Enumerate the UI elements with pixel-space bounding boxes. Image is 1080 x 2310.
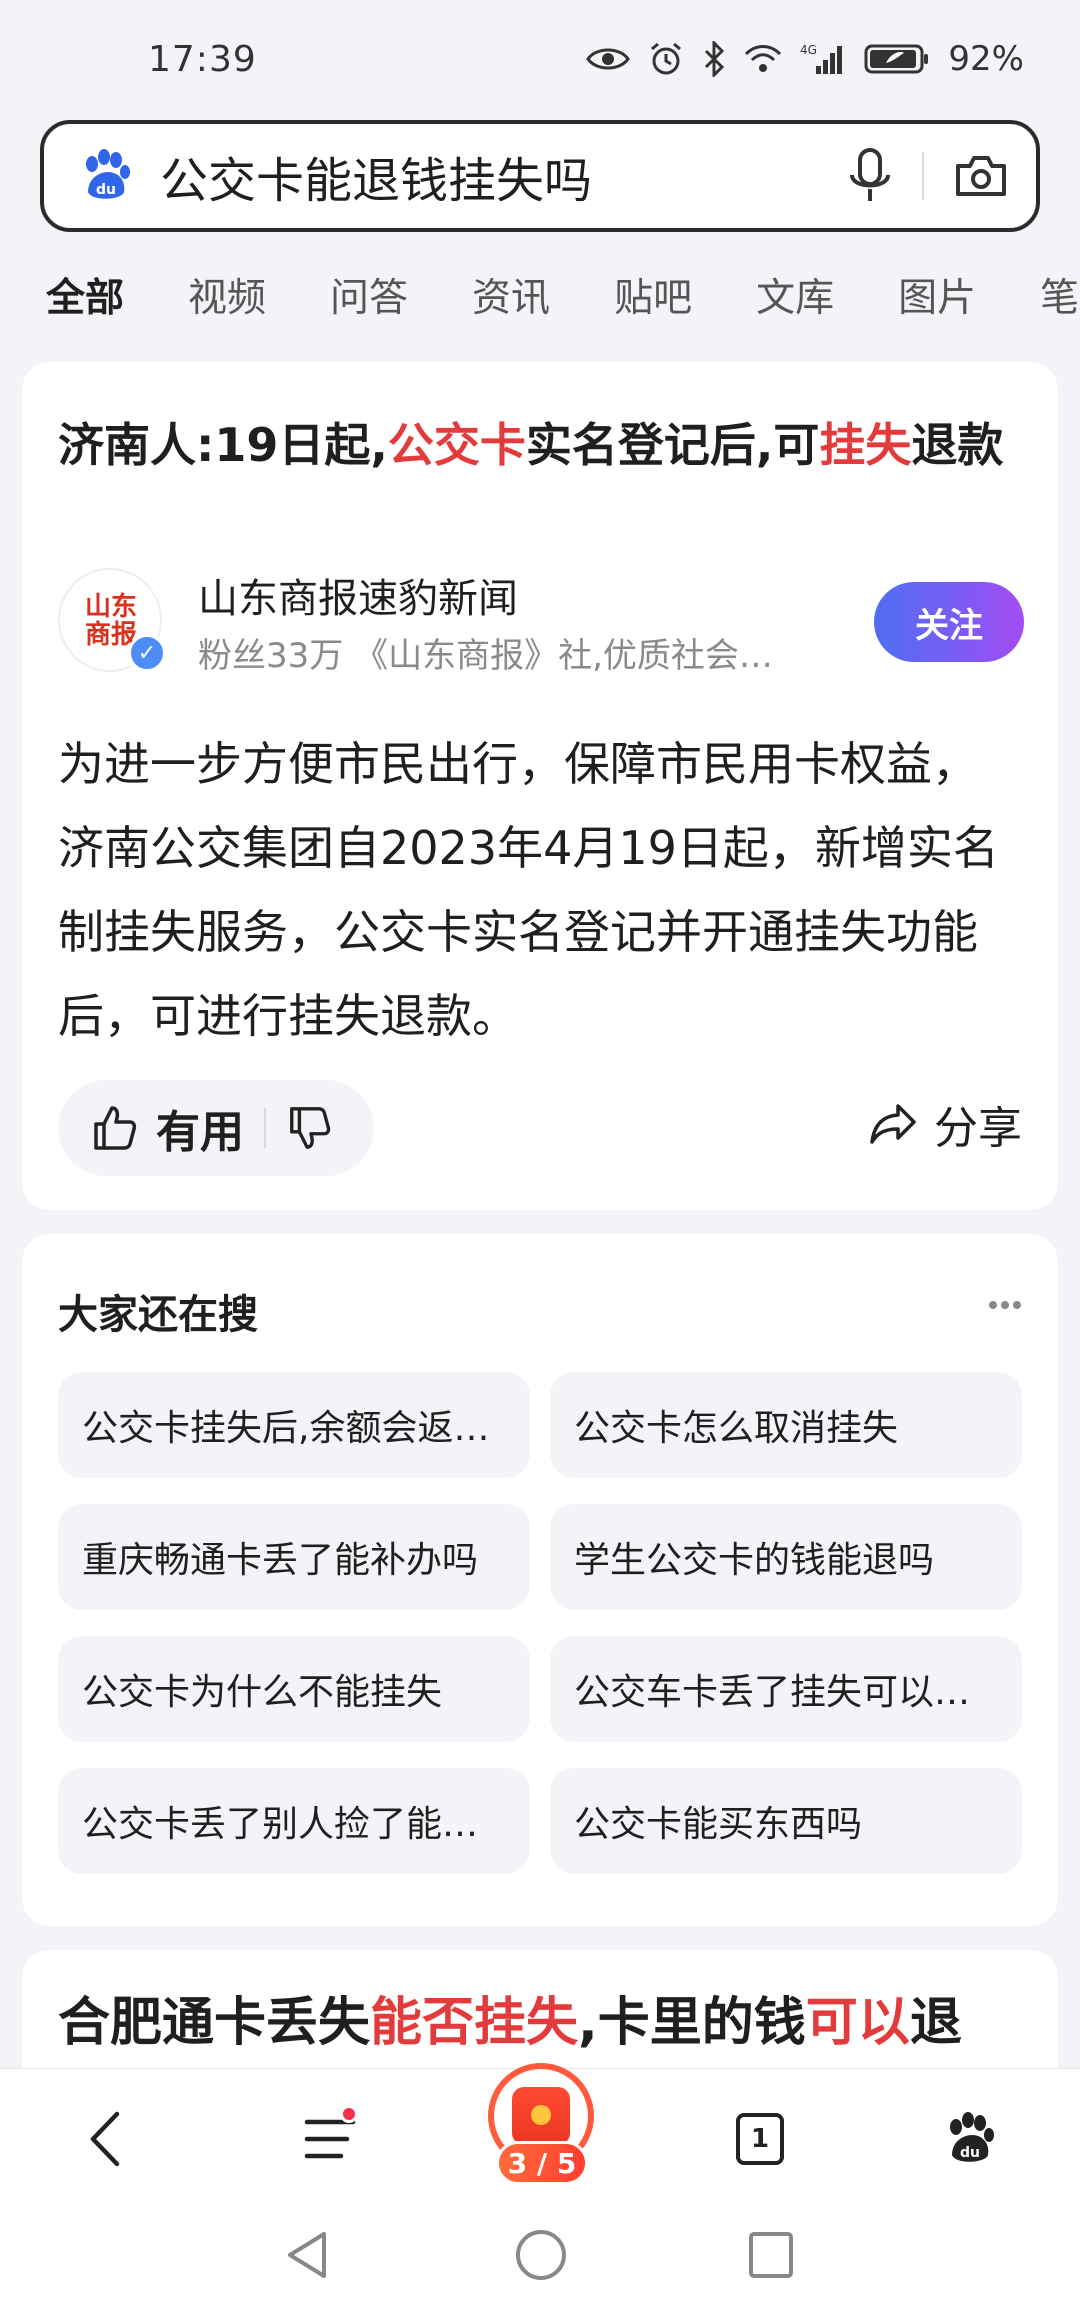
related-item[interactable]: 公交卡怎么取消挂失 [550,1372,1022,1478]
result-body[interactable]: 为进一步方便市民出行，保障市民用卡权益，济南公交集团自2023年4月19日起，新… [58,722,1018,1058]
search-divider [922,152,924,200]
useful-button[interactable]: 有用 [156,1096,244,1160]
baidu-paw-icon: du [950,2112,994,2162]
red-packet-button[interactable]: 3 / 5 [470,2063,610,2209]
status-bar: 17:39 4G 92% [0,0,1080,118]
share-label: 分享 [934,1103,1022,1154]
feedback-pill: 有用 [58,1080,374,1176]
title-highlight: 能否挂失 [370,1993,579,2053]
related-item-label: 公交卡怎么取消挂失 [574,1408,899,1449]
search-actions [848,147,1008,205]
system-nav-bar [0,2208,1080,2310]
tab-all[interactable]: 全部 [46,267,124,323]
system-back-icon[interactable] [282,2228,332,2282]
related-item[interactable]: 重庆畅通卡丢了能补办吗 [58,1504,530,1610]
system-home-icon[interactable] [514,2228,568,2282]
related-item[interactable]: 公交卡能买东西吗 [550,1768,1022,1874]
title-highlight: 可以 [805,1993,910,2053]
share-button[interactable]: 分享 [868,1092,1022,1156]
title-segment: 退 [909,1993,962,2053]
battery-percent: 92% [948,39,1024,79]
tab-tieba[interactable]: 贴吧 [614,267,692,323]
tab-wenku[interactable]: 文库 [756,267,834,323]
app-root: 17:39 4G 92% du 公交卡能退钱挂失吗 全部 视频 问答 资讯 贴吧… [0,0,1080,2310]
system-recents-icon[interactable] [746,2228,796,2282]
related-item[interactable]: 公交卡挂失后,余额会返还吗 [58,1372,530,1478]
tab-images[interactable]: 图片 [898,267,976,323]
search-input[interactable]: 公交卡能退钱挂失吗 [160,141,848,211]
title-segment: 实名登记后,可 [525,418,820,472]
related-item-label: 公交卡挂失后,余额会返还吗 [82,1408,506,1449]
source-meta: 粉丝33万 《山东商报》社,优质社会领域创作者 [198,636,798,676]
tab-video[interactable]: 视频 [188,267,266,323]
related-searches-card: 大家还在搜 公交卡挂失后,余额会返还吗 公交卡怎么取消挂失 重庆畅通卡丢了能补办… [22,1234,1058,1926]
tab-news[interactable]: 资讯 [472,267,550,323]
thumbs-up-icon[interactable] [90,1104,138,1152]
title-segment: 退款 [911,418,1004,472]
verified-icon: ✓ [128,634,166,672]
title-segment: ,卡里的钱 [578,1993,806,2053]
eye-icon [586,48,631,70]
status-icons: 4G 92% [586,39,1024,79]
microphone-icon[interactable] [848,147,892,205]
camera-icon[interactable] [954,152,1008,200]
search-box[interactable]: du 公交卡能退钱挂失吗 [40,120,1040,232]
tab-notes[interactable]: 笔记 [1040,267,1080,323]
bottom-nav: 3 / 5 1 du [0,2063,1080,2209]
red-packet-icon [512,2087,570,2145]
related-item[interactable]: 公交卡为什么不能挂失 [58,1636,530,1742]
baidu-paw-icon[interactable]: du [78,148,134,204]
result-card[interactable]: 济南人:19日起,公交卡实名登记后,可挂失退款 山东 商报 ✓ 山东商报速豹新闻… [22,362,1058,1210]
red-packet-counter: 3 / 5 [496,2141,588,2185]
related-grid: 公交卡挂失后,余额会返还吗 公交卡怎么取消挂失 重庆畅通卡丢了能补办吗 学生公交… [58,1372,1022,1874]
related-item-label: 公交卡丢了别人捡了能用吗 [82,1804,506,1845]
svg-text:du: du [96,182,116,198]
bluetooth-icon [705,41,725,77]
source-avatar[interactable]: 山东 商报 ✓ [58,568,166,672]
menu-button[interactable] [280,2069,380,2209]
svg-text:du: du [960,2145,980,2161]
title-highlight: 公交卡 [387,418,526,472]
tabs-button[interactable]: 1 [710,2069,810,2209]
share-icon [870,1104,916,1144]
baidu-home-button[interactable]: du [920,2069,1020,2209]
related-item-label: 公交卡能买东西吗 [574,1804,863,1845]
more-icon[interactable] [988,1300,1022,1310]
related-title: 大家还在搜 [58,1292,258,1338]
source-name[interactable]: 山东商报速豹新闻 [198,566,518,624]
tab-label: 全部 [46,276,125,321]
title-segment: 济南人:19日起, [58,418,388,472]
title-highlight: 挂失 [819,418,912,472]
tab-count: 1 [736,2113,784,2165]
chevron-left-icon [90,2111,120,2167]
notification-dot [340,2105,358,2123]
related-item[interactable]: 公交车卡丢了挂失可以找回吗 [550,1636,1022,1742]
source-logo-line: 山东 [84,592,137,622]
pill-divider [264,1108,266,1148]
related-item[interactable]: 公交卡丢了别人捡了能用吗 [58,1768,530,1874]
back-button[interactable] [60,2069,150,2209]
search-tabs: 全部 视频 问答 资讯 贴吧 文库 图片 笔记 [0,250,1080,340]
title-segment: 合肥通卡丢失 [58,1993,371,2053]
related-item-label: 重庆畅通卡丢了能补办吗 [82,1540,479,1581]
alarm-icon [651,42,682,75]
next-result-title[interactable]: 合肥通卡丢失能否挂失,卡里的钱可以退 [58,1980,1058,2055]
wifi-icon [745,45,782,72]
battery-icon [864,44,929,74]
result-title[interactable]: 济南人:19日起,公交卡实名登记后,可挂失退款 [58,412,1018,478]
status-time: 17:39 [148,38,257,80]
follow-button[interactable]: 关注 [874,582,1024,662]
cellular-signal-icon: 4G [800,43,843,74]
related-item-label: 学生公交卡的钱能退吗 [574,1540,935,1581]
tab-qa[interactable]: 问答 [330,267,408,323]
related-item-label: 公交车卡丢了挂失可以找回吗 [574,1672,998,1713]
related-item-label: 公交卡为什么不能挂失 [82,1672,443,1713]
svg-text:4G: 4G [800,43,817,57]
related-item[interactable]: 学生公交卡的钱能退吗 [550,1504,1022,1610]
thumbs-down-icon[interactable] [286,1105,332,1151]
